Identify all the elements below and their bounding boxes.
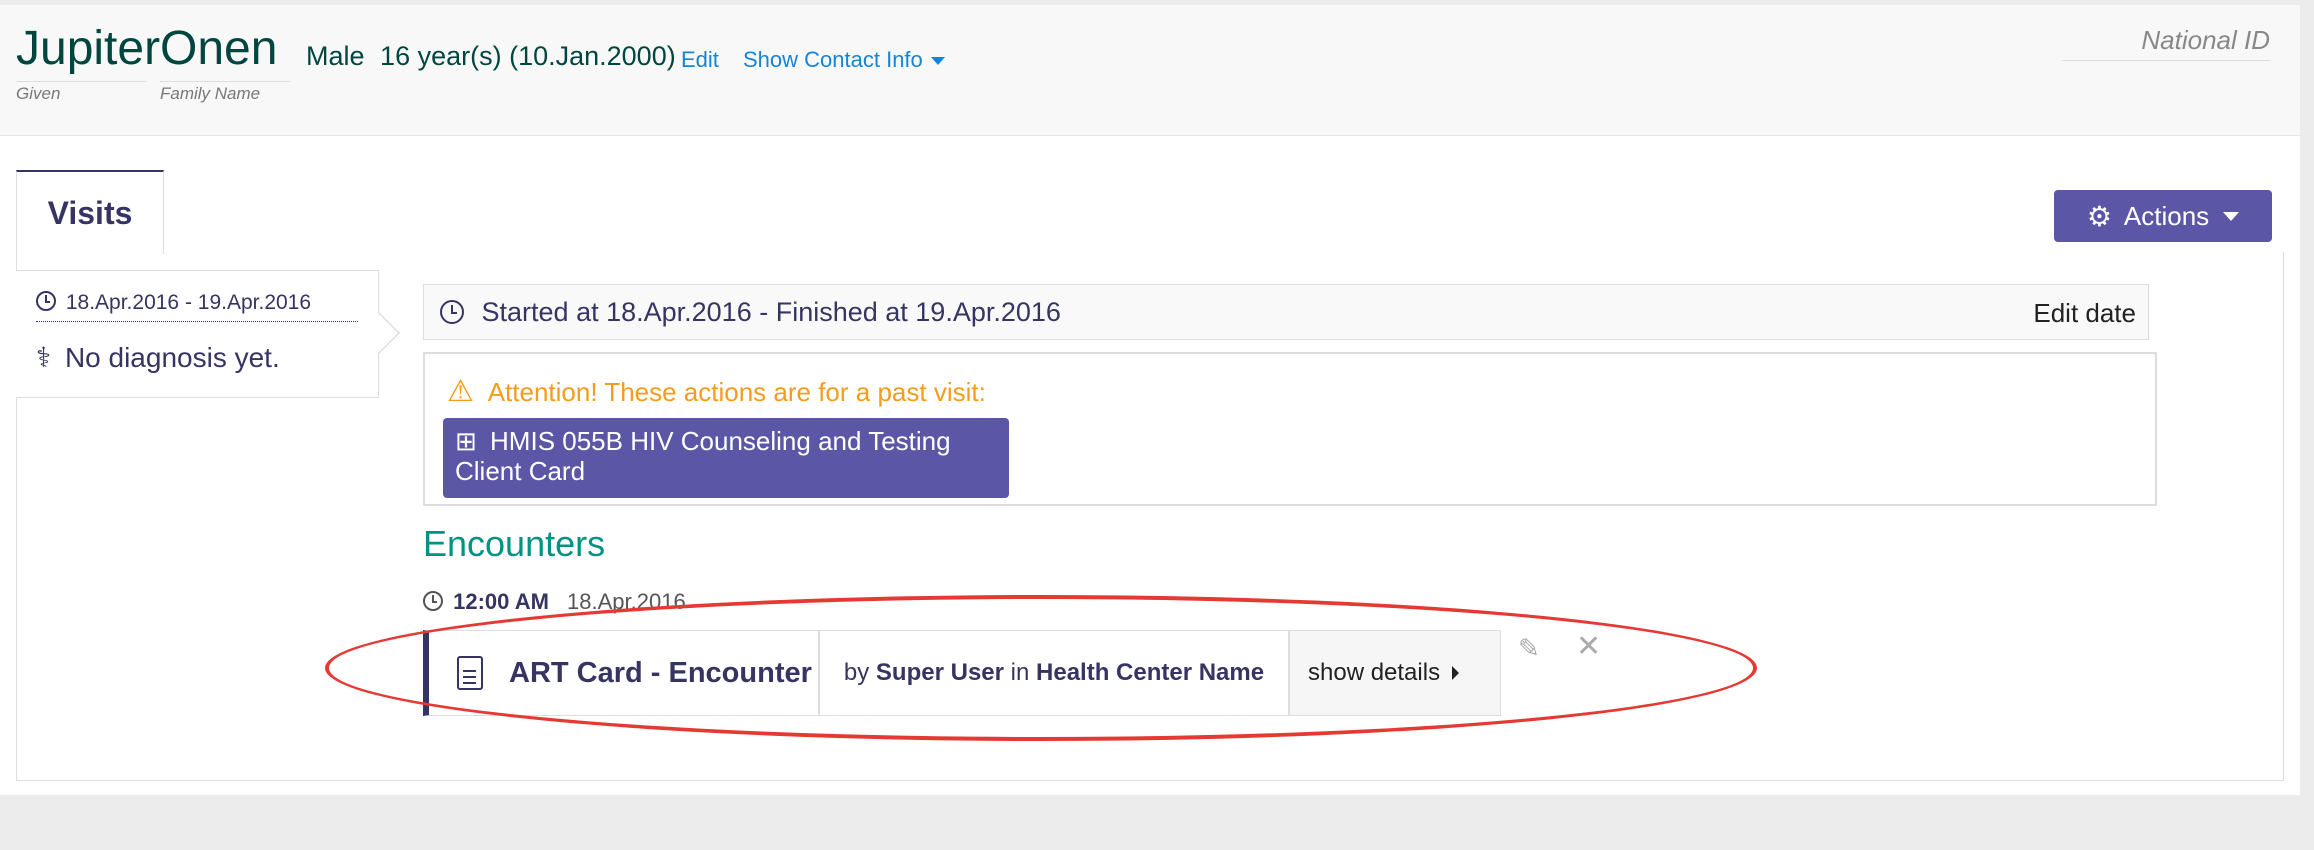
edit-date-link[interactable]: Edit date (2033, 298, 2136, 329)
edit-patient-link[interactable]: Edit (681, 47, 719, 73)
family-caption: Family Name (160, 81, 290, 104)
in-label: in (1010, 659, 1030, 686)
visit-list-item[interactable]: 18.Apr.2016 - 19.Apr.2016 ⚕ No diagnosis… (16, 270, 400, 398)
clock-icon (36, 291, 56, 311)
actions-label: Actions (2123, 200, 2210, 231)
form-button-label: HMIS 055B HIV Counseling and Testing Cli… (455, 426, 951, 486)
stethoscope-icon: ⚕ (36, 342, 52, 373)
medkit-icon: ⊞ (455, 426, 477, 456)
family-name: Onen (160, 22, 278, 75)
gear-icon: ⚙ (2086, 200, 2112, 232)
visit-dates-text: 18.Apr.2016 - 19.Apr.2016 (65, 291, 312, 314)
warning-icon: ⚠ (447, 375, 474, 408)
visit-summary-text: Started at 18.Apr.2016 - Finished at 19.… (481, 297, 1061, 327)
national-id-label: National ID (2061, 25, 2270, 61)
provider-name: Super User (875, 659, 1004, 686)
caret-down-icon (2223, 211, 2240, 221)
clock-icon (440, 300, 464, 324)
given-caption: Given (16, 81, 146, 104)
visit-diagnosis-text: No diagnosis yet. (64, 342, 280, 373)
patient-header: Jupiter Given Onen Family Name Male 16 y… (0, 5, 2300, 136)
attention-message: ⚠ Attention! These actions are for a pas… (447, 374, 986, 409)
page: Jupiter Given Onen Family Name Male 16 y… (0, 5, 2300, 795)
encounter-provider: by Super User in Health Center Name (819, 630, 1289, 716)
caret-down-icon (930, 57, 945, 66)
given-name-block: Jupiter Given (16, 21, 160, 104)
caret-right-icon (1452, 666, 1460, 680)
family-name-block: Onen Family Name (160, 21, 290, 104)
pencil-icon[interactable]: ✎ (1518, 633, 1540, 664)
hiv-counseling-form-button[interactable]: ⊞ HMIS 055B HIV Counseling and Testing C… (443, 418, 1009, 498)
gender: Male (306, 41, 365, 71)
show-details-button[interactable]: show details (1289, 630, 1501, 716)
document-icon (457, 656, 483, 690)
tab-visits[interactable]: Visits (16, 170, 164, 254)
visit-summary-text-row: Started at 18.Apr.2016 - Finished at 19.… (440, 297, 1061, 328)
location-name: Health Center Name (1036, 659, 1265, 686)
encounter-time-value: 12:00 AM (453, 589, 549, 614)
encounter-date: 18.Apr.2016 (567, 589, 686, 614)
encounter-time: 12:00 AM 18.Apr.2016 (423, 589, 686, 615)
clock-icon (423, 591, 443, 611)
encounter-row: ART Card - Encounter by Super User in He… (423, 630, 1501, 716)
by-label: by (843, 659, 870, 686)
actions-button[interactable]: ⚙ Actions (2054, 190, 2272, 242)
visit-diagnosis: ⚕ No diagnosis yet. (36, 341, 280, 374)
encounter-name[interactable]: ART Card - Encounter (423, 630, 819, 716)
attention-text: Attention! These actions are for a past … (487, 377, 986, 407)
encounters-heading: Encounters (423, 523, 606, 564)
show-details-label: show details (1308, 659, 1441, 686)
encounter-name-text: ART Card - Encounter (509, 656, 812, 689)
show-contact-info-label: Show Contact Info (743, 47, 923, 72)
close-icon[interactable]: ✕ (1576, 629, 1601, 664)
age-dob: 16 year(s) (10.Jan.2000) (380, 41, 676, 71)
demographics: Male 16 year(s) (10.Jan.2000) (306, 41, 684, 72)
visit-dates: 18.Apr.2016 - 19.Apr.2016 (36, 291, 358, 322)
show-contact-info-link[interactable]: Show Contact Info (743, 47, 945, 73)
past-visit-actions: ⚠ Attention! These actions are for a pas… (423, 352, 2157, 506)
visit-summary: Started at 18.Apr.2016 - Finished at 19.… (423, 284, 2149, 340)
given-name: Jupiter (16, 22, 161, 75)
